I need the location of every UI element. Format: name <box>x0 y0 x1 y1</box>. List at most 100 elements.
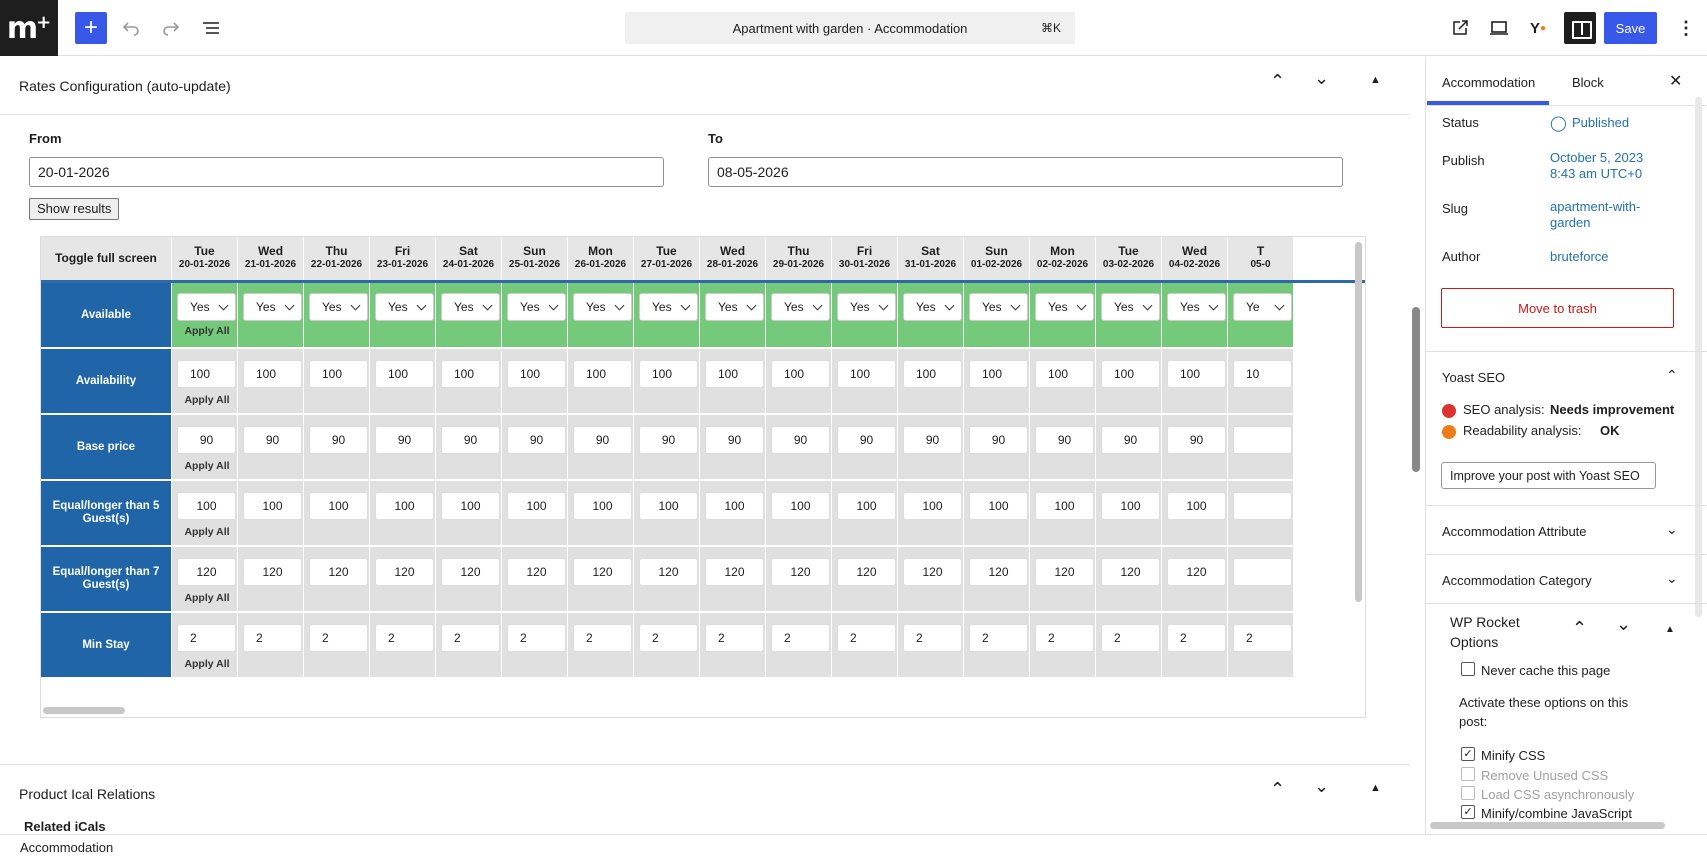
rate-input[interactable]: 120 <box>243 558 302 586</box>
available-select[interactable]: Yes <box>771 293 830 321</box>
rate-input[interactable]: 90 <box>837 426 896 454</box>
undo-icon[interactable] <box>115 12 147 44</box>
move-down-icon[interactable]: ⌄ <box>1314 68 1329 89</box>
rate-input[interactable]: 2 <box>903 624 962 652</box>
apply-all-button[interactable]: Apply All <box>172 460 242 472</box>
rate-input[interactable]: 2 <box>1035 624 1094 652</box>
available-select[interactable]: Yes <box>969 293 1028 321</box>
rate-input[interactable]: 120 <box>969 558 1028 586</box>
rate-input[interactable]: 120 <box>1101 558 1160 586</box>
yoast-icon[interactable]: Y ● <box>1522 12 1554 44</box>
rate-input[interactable]: 2 <box>1167 624 1226 652</box>
rate-input[interactable]: 120 <box>1167 558 1226 586</box>
rate-input[interactable]: 100 <box>177 492 236 520</box>
view-post-icon[interactable] <box>1444 12 1476 44</box>
rate-input[interactable]: 100 <box>309 360 368 388</box>
yoast-panel-header[interactable]: Yoast SEO ⌃ <box>1426 351 1707 400</box>
rate-input[interactable]: 100 <box>969 360 1028 388</box>
rate-input[interactable]: 120 <box>705 558 764 586</box>
rate-input[interactable]: 100 <box>705 492 764 520</box>
minify-css-checkbox[interactable]: ✓ <box>1461 747 1475 761</box>
available-select[interactable]: Yes <box>903 293 962 321</box>
move-up-icon[interactable]: ⌃ <box>1572 618 1587 639</box>
status-value[interactable]: Published <box>1572 115 1629 130</box>
grid-horizontal-scrollbar[interactable] <box>43 707 125 714</box>
publish-date[interactable]: October 5, 2023 <box>1550 150 1643 165</box>
available-select[interactable]: Yes <box>1035 293 1094 321</box>
rate-input[interactable]: 100 <box>375 492 434 520</box>
rate-input[interactable]: 2 <box>639 624 698 652</box>
rate-input[interactable]: 100 <box>969 492 1028 520</box>
rate-input[interactable]: 100 <box>771 492 830 520</box>
rate-input[interactable]: 120 <box>837 558 896 586</box>
slug-value-line2[interactable]: garden <box>1550 215 1590 230</box>
available-select[interactable]: Yes <box>309 293 368 321</box>
from-date-input[interactable]: 20-01-2026 <box>29 157 664 187</box>
preview-device-icon[interactable] <box>1483 12 1515 44</box>
footer-breadcrumb[interactable]: Accommodation <box>0 834 1707 858</box>
rate-input[interactable]: 100 <box>1167 360 1226 388</box>
rate-input[interactable]: 2 <box>771 624 830 652</box>
accommodation-category-panel[interactable]: Accommodation Category ⌄ <box>1426 554 1707 603</box>
rate-input[interactable]: 100 <box>639 492 698 520</box>
rate-input[interactable]: 90 <box>375 426 434 454</box>
rate-input[interactable]: 100 <box>309 492 368 520</box>
rate-input[interactable]: 2 <box>837 624 896 652</box>
rate-input[interactable]: 90 <box>639 426 698 454</box>
rate-input[interactable]: 120 <box>375 558 434 586</box>
apply-all-button[interactable]: Apply All <box>172 658 242 670</box>
add-block-button[interactable]: + <box>75 12 107 44</box>
rate-input[interactable]: 120 <box>573 558 632 586</box>
rate-input[interactable] <box>1233 492 1292 520</box>
rate-input[interactable]: 90 <box>441 426 500 454</box>
command-palette-bar[interactable]: Apartment with garden · Accommodation ⌘K <box>625 12 1075 44</box>
rate-input[interactable]: 90 <box>243 426 302 454</box>
rate-input[interactable]: 100 <box>177 360 236 388</box>
available-select[interactable]: Ye <box>1233 293 1292 321</box>
available-select[interactable]: Yes <box>705 293 764 321</box>
rate-input[interactable]: 100 <box>1101 492 1160 520</box>
rate-input[interactable]: 2 <box>705 624 764 652</box>
author-value[interactable]: bruteforce <box>1550 249 1609 264</box>
rate-input[interactable]: 120 <box>507 558 566 586</box>
rate-input[interactable]: 100 <box>837 360 896 388</box>
rate-input[interactable]: 100 <box>1035 492 1094 520</box>
rate-input[interactable]: 100 <box>771 360 830 388</box>
never-cache-checkbox[interactable] <box>1461 662 1475 676</box>
rate-input[interactable]: 100 <box>507 492 566 520</box>
rate-input[interactable]: 120 <box>177 558 236 586</box>
rate-input[interactable]: 90 <box>507 426 566 454</box>
grid-vertical-scrollbar[interactable] <box>1355 242 1362 602</box>
sidebar-horizontal-scrollbar[interactable] <box>1430 822 1665 829</box>
collapse-toggle-icon[interactable]: ▲ <box>1370 74 1381 86</box>
slug-value-line1[interactable]: apartment-with- <box>1550 199 1640 214</box>
available-select[interactable]: Yes <box>243 293 302 321</box>
rate-input[interactable]: 2 <box>309 624 368 652</box>
close-icon[interactable]: ✕ <box>1669 71 1682 91</box>
rate-input[interactable]: 100 <box>1035 360 1094 388</box>
settings-sidebar-toggle[interactable] <box>1564 12 1596 44</box>
accommodation-attribute-panel[interactable]: Accommodation Attribute ⌄ <box>1426 505 1707 554</box>
rate-input[interactable]: 100 <box>441 492 500 520</box>
apply-all-button[interactable]: Apply All <box>172 526 242 538</box>
rate-input[interactable]: 100 <box>573 492 632 520</box>
rate-input[interactable]: 100 <box>837 492 896 520</box>
apply-all-button[interactable]: Apply All <box>172 394 242 406</box>
improve-yoast-button[interactable]: Improve your post with Yoast SEO <box>1441 462 1656 489</box>
rate-input[interactable]: 120 <box>309 558 368 586</box>
apply-all-button[interactable]: Apply All <box>172 325 242 337</box>
apply-all-button[interactable]: Apply All <box>172 592 242 604</box>
move-down-icon[interactable]: ⌄ <box>1616 614 1631 635</box>
save-button[interactable]: Save <box>1604 12 1657 44</box>
rate-input[interactable]: 2 <box>177 624 236 652</box>
rate-input[interactable]: 100 <box>705 360 764 388</box>
rate-input[interactable]: 90 <box>771 426 830 454</box>
available-select[interactable]: Yes <box>177 293 236 321</box>
move-up-icon[interactable]: ⌃ <box>1270 71 1285 92</box>
rate-input[interactable]: 2 <box>243 624 302 652</box>
rate-input[interactable]: 100 <box>903 360 962 388</box>
collapse-toggle-icon[interactable]: ▲ <box>1665 624 1675 635</box>
move-up-icon[interactable]: ⌃ <box>1270 779 1285 800</box>
move-to-trash-button[interactable]: Move to trash <box>1441 288 1674 328</box>
rate-input[interactable]: 90 <box>177 426 236 454</box>
